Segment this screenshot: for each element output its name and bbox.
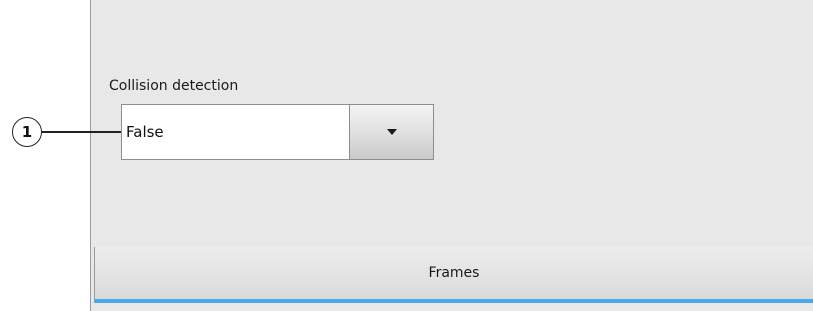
callout-number-1: 1 — [12, 117, 42, 147]
screen: Collision detection False 1 Frames — [0, 0, 813, 311]
dropdown-button[interactable] — [349, 105, 433, 159]
triangle-down-icon — [386, 129, 397, 135]
collision-detection-value[interactable]: False — [122, 105, 349, 159]
tab-active-indicator — [95, 299, 813, 303]
callout-leader-line — [42, 131, 121, 133]
tab-frames-label: Frames — [428, 265, 480, 281]
tab-frames[interactable]: Frames — [94, 247, 813, 303]
collision-detection-dropdown[interactable]: False — [121, 104, 434, 160]
collision-detection-label: Collision detection — [109, 78, 239, 94]
